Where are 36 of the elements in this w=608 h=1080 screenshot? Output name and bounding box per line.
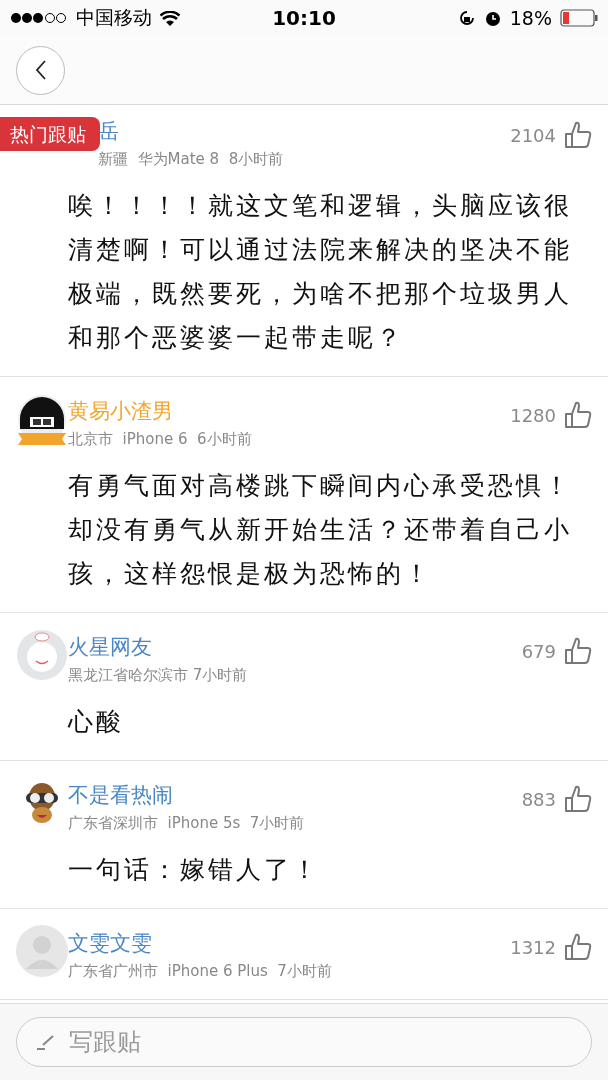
thumbs-up-icon[interactable] [564,933,592,961]
hot-comments-badge: 热门跟贴 [0,117,100,151]
comment-meta: 广东省深圳市 iPhone 5s 7小时前 [68,813,305,834]
chevron-left-icon [34,60,47,80]
like-count: 883 [521,788,556,810]
pencil-icon [36,1034,56,1050]
comment-text: 唉！！！！就这文笔和逻辑，头脑应该很清楚啊！可以通过法院来解决的坚决不能极端，既然要死，为啥不把那个垃圾男人和那个恶婆婆一起带走呢？ [68,190,573,354]
user-name[interactable]: 岳 [98,117,284,145]
like-count: 1312 [510,936,556,958]
comment-meta: 广东省广州市 iPhone 6 Plus 7小时前 [68,961,332,982]
user-name[interactable]: 黄易小渣男 [68,397,252,425]
wifi-icon [160,10,180,26]
thumbs-up-icon[interactable] [564,401,592,429]
reply-field[interactable]: 写跟贴 [16,1017,592,1067]
like-count: 2104 [510,124,556,146]
rotation-lock-icon [457,9,476,27]
carrier-name: 中国移动 [76,5,152,30]
user-name[interactable]: 文雯文雯 [68,929,332,957]
comment-meta: 新疆 华为Mate 8 8小时前 [98,149,284,170]
battery-icon [560,9,598,27]
like-count: 1280 [510,404,556,426]
like-count: 679 [521,640,556,662]
comment-text: 有勇气面对高楼跳下瞬间内心承受恐惧！却没有勇气从新开始生活？还带着自己小孩，这样怨恨是极为恐怖的！ [68,470,573,590]
comment-meta: 北京市 iPhone 6 6小时前 [68,429,252,450]
user-name[interactable]: 不是看热闹 [68,781,305,809]
thumbs-up-icon[interactable] [564,785,592,813]
thumbs-up-icon[interactable] [564,121,592,149]
alarm-icon [483,9,502,27]
clock-time: 10:10 [272,6,336,30]
signal-icon [10,12,68,24]
comment-meta: 黑龙江省哈尔滨市 7小时前 [68,665,248,686]
comment-text: 心酸 [68,706,125,738]
battery-percent: 18% [509,7,552,29]
thumbs-up-icon[interactable] [564,637,592,665]
comment-text: 一句话：嫁错人了！ [68,854,321,886]
user-name[interactable]: 火星网友 [68,633,248,661]
